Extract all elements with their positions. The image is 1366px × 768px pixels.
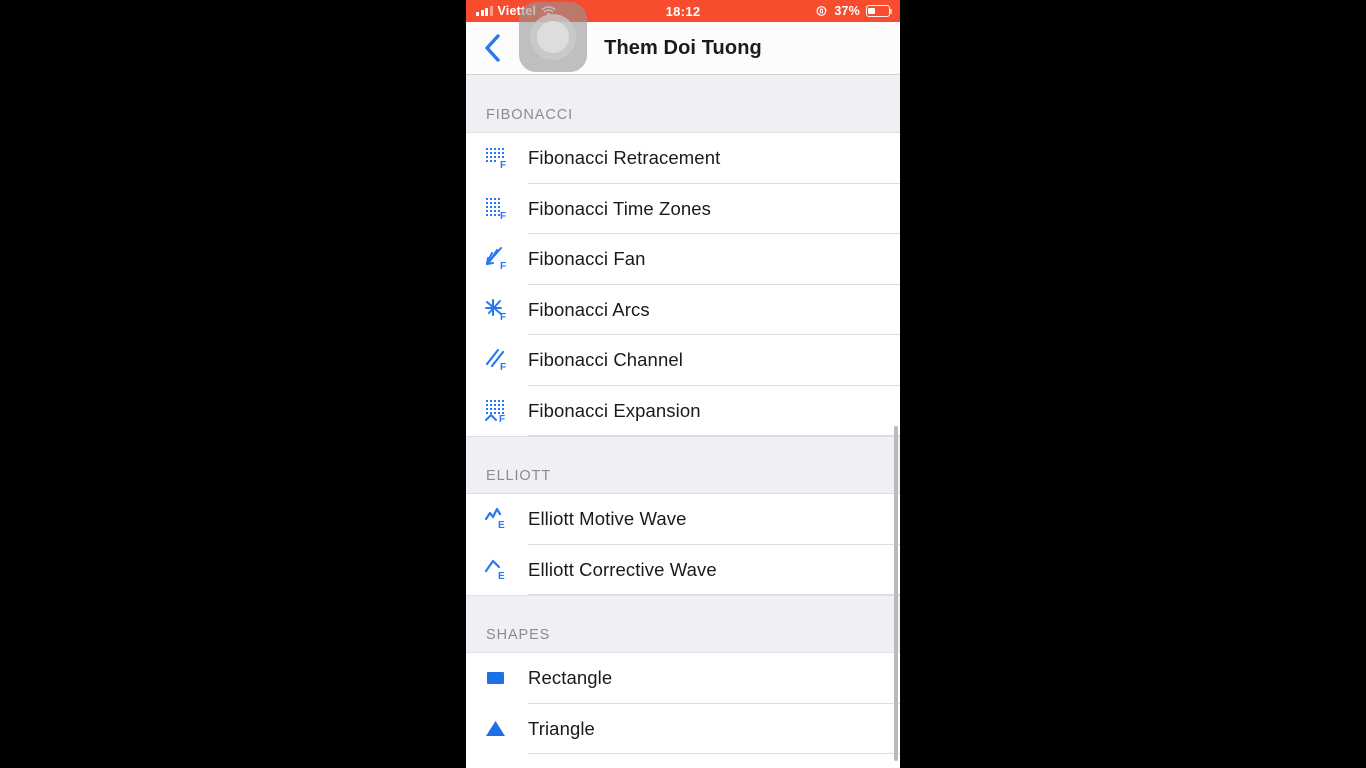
svg-text:F: F — [500, 312, 506, 323]
signal-bars-icon — [476, 6, 493, 16]
rectangle-icon — [466, 653, 528, 704]
list-item-fibonacci-fan[interactable]: F Fibonacci Fan — [466, 234, 900, 285]
svg-text:F: F — [500, 211, 506, 222]
section-header-fibonacci: FIBONACCI — [466, 75, 900, 133]
status-bar-right: 37% — [816, 4, 900, 18]
rotation-lock-icon — [816, 5, 828, 17]
list-item-rectangle[interactable]: Rectangle — [466, 653, 900, 704]
list-item-label: Rectangle — [528, 667, 613, 689]
fibonacci-arcs-icon: F — [466, 285, 528, 336]
list-item-label: Triangle — [528, 717, 595, 739]
list-item-fibonacci-time-zones[interactable]: F Fibonacci Time Zones — [466, 183, 900, 235]
battery-icon — [866, 5, 893, 17]
svg-text:F: F — [500, 160, 506, 171]
assistive-touch-inner-ring — [537, 21, 569, 53]
assistive-touch-outer-ring — [530, 14, 576, 60]
list-item-triangle[interactable]: Triangle — [466, 703, 900, 755]
list-item-fibonacci-retracement[interactable]: F Fibonacci Retracement — [466, 133, 900, 184]
svg-text:E: E — [498, 520, 505, 531]
list-item-label: Fibonacci Channel — [528, 349, 683, 371]
list-item-label: Elliott Corrective Wave — [528, 558, 717, 580]
list-item-partial[interactable] — [466, 754, 900, 768]
list-item-label: Fibonacci Arcs — [528, 298, 650, 320]
fibonacci-channel-icon: F — [466, 335, 528, 386]
triangle-icon — [466, 704, 528, 755]
assistive-touch-button[interactable] — [519, 2, 587, 72]
list-item-label: Fibonacci Fan — [528, 248, 646, 270]
elliott-motive-wave-icon: E — [466, 494, 528, 545]
list-item-fibonacci-channel[interactable]: F Fibonacci Channel — [466, 335, 900, 386]
svg-text:F: F — [500, 261, 506, 272]
list-item-label: Fibonacci Expansion — [528, 399, 701, 421]
list-item-fibonacci-arcs[interactable]: F Fibonacci Arcs — [466, 284, 900, 336]
fibonacci-fan-icon: F — [466, 234, 528, 285]
battery-percent-label: 37% — [834, 4, 860, 18]
list-item-elliott-motive-wave[interactable]: E Elliott Motive Wave — [466, 494, 900, 545]
list-item-label: Fibonacci Retracement — [528, 147, 721, 169]
list-item-fibonacci-expansion[interactable]: F Fibonacci Expansion — [466, 385, 900, 437]
vertical-scrollbar[interactable] — [893, 426, 898, 761]
elliott-corrective-wave-icon: E — [466, 545, 528, 596]
phone-viewport: Viettel 18:12 37% Them Doi Tuong FIBONAC… — [466, 0, 900, 768]
svg-text:F: F — [500, 362, 506, 373]
fibonacci-expansion-icon: F — [466, 386, 528, 437]
list-item-elliott-corrective-wave[interactable]: E Elliott Corrective Wave — [466, 544, 900, 596]
screen: Viettel 18:12 37% Them Doi Tuong FIBONAC… — [0, 0, 1366, 768]
chevron-left-icon — [483, 33, 501, 63]
section-header-shapes: SHAPES — [466, 595, 900, 653]
section-header-elliott: ELLIOTT — [466, 436, 900, 494]
list-item-label: Elliott Motive Wave — [528, 508, 687, 530]
fibonacci-time-zones-icon: F — [466, 184, 528, 235]
status-bar-clock: 18:12 — [665, 3, 701, 19]
tool-list[interactable]: FIBONACCI F Fibonacci Retracement F Fibo… — [466, 75, 900, 768]
svg-text:E: E — [498, 571, 505, 582]
fibonacci-retracement-icon: F — [466, 133, 528, 184]
back-button[interactable] — [466, 22, 518, 74]
list-item-label: Fibonacci Time Zones — [528, 197, 711, 219]
svg-text:F: F — [499, 414, 505, 424]
